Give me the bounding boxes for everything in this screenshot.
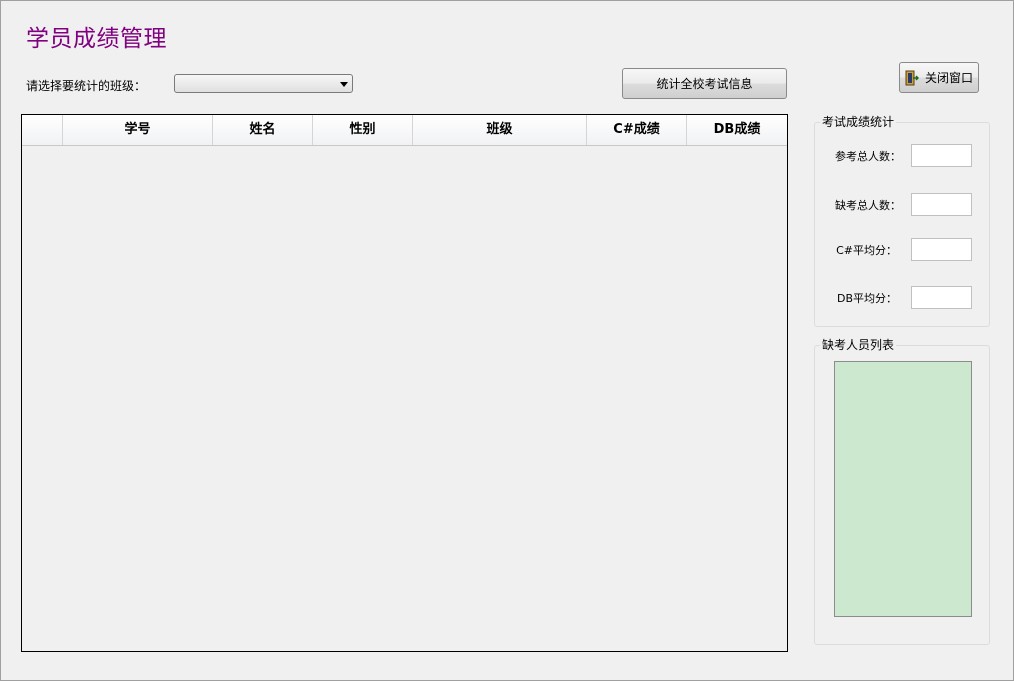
absent-list-group-title: 缺考人员列表 [820, 336, 897, 353]
stats-all-button[interactable]: 统计全校考试信息 [622, 68, 787, 99]
column-header-name[interactable]: 姓名 [213, 115, 313, 145]
column-header-student-id[interactable]: 学号 [63, 115, 213, 145]
db-average-field[interactable] [911, 286, 972, 309]
class-select-dropdown[interactable] [174, 74, 353, 93]
column-header-class[interactable]: 班级 [413, 115, 587, 145]
row-header-corner [22, 115, 63, 145]
csharp-average-label: C#平均分： [836, 244, 897, 257]
class-select-label: 请选择要统计的班级： [26, 79, 147, 93]
db-average-label: DB平均分： [836, 292, 897, 305]
absent-total-label: 缺考总人数： [835, 199, 901, 212]
close-window-button[interactable]: 关闭窗口 [899, 62, 979, 93]
participants-total-field[interactable] [911, 144, 972, 167]
door-exit-icon [905, 70, 919, 85]
grid-header: 学号 姓名 性别 班级 C#成绩 DB成绩 [22, 115, 787, 146]
participants-total-label: 参考总人数： [835, 150, 901, 163]
exam-stats-group-title: 考试成绩统计 [820, 113, 897, 130]
column-header-db-score[interactable]: DB成绩 [687, 115, 787, 145]
chevron-down-icon [340, 82, 348, 87]
absent-students-list[interactable] [834, 361, 972, 617]
column-header-csharp-score[interactable]: C#成绩 [587, 115, 687, 145]
close-window-button-label: 关闭窗口 [924, 71, 973, 85]
page-title: 学员成绩管理 [26, 26, 167, 52]
absent-total-field[interactable] [911, 193, 972, 216]
stats-all-button-label: 统计全校考试信息 [656, 77, 753, 91]
column-header-gender[interactable]: 性别 [313, 115, 413, 145]
score-grid[interactable]: 学号 姓名 性别 班级 C#成绩 DB成绩 [21, 114, 788, 652]
main-window: 学员成绩管理 请选择要统计的班级： 统计全校考试信息 关闭窗口 学号 姓名 性别… [0, 0, 1014, 681]
csharp-average-field[interactable] [911, 238, 972, 261]
